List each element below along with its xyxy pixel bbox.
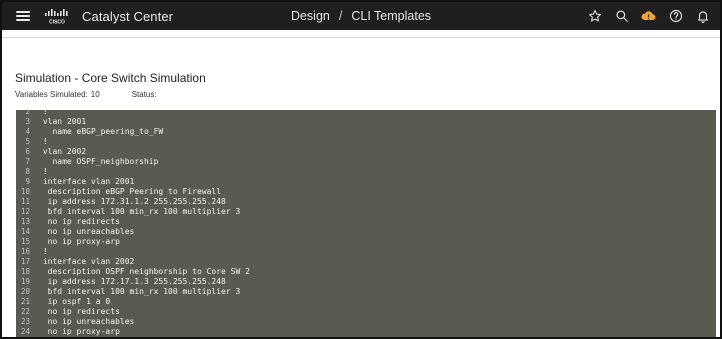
line-number: 11: [20, 197, 30, 206]
code-line: 4 name eBGP_peering_to_FW: [16, 127, 716, 137]
line-number: 21: [20, 297, 30, 306]
app-window: CISCO Catalyst Center Design / CLI Templ…: [0, 0, 722, 339]
line-text: no ip redirects: [38, 217, 120, 226]
line-number: 19: [20, 277, 30, 286]
line-text: !: [38, 167, 48, 176]
line-number: 20: [20, 287, 30, 296]
line-text: interface vlan 2001: [38, 177, 135, 186]
breadcrumb-separator: /: [338, 9, 343, 23]
line-text: bfd interval 100 min_rx 100 multiplier 3: [38, 207, 241, 216]
code-line: 13 no ip redirects: [16, 217, 716, 227]
code-line: 19 ip address 172.17.1.3 255.255.255.248: [16, 277, 716, 287]
line-text: name OSPF_neighborship: [38, 157, 159, 166]
code-line: 2 !: [16, 110, 716, 117]
code-line: 17 interface vlan 2002: [16, 257, 716, 267]
simulation-meta: Variables Simulated: 10 Status:: [15, 90, 160, 99]
line-number: 10: [20, 187, 30, 196]
sub-header-strip: [2, 30, 720, 38]
line-text: no ip unreachables: [38, 227, 135, 236]
line-number: 17: [20, 257, 30, 266]
line-text: !: [38, 110, 48, 116]
line-number: 14: [20, 227, 30, 236]
line-text: bfd interval 100 min_rx 100 multiplier 3: [38, 287, 241, 296]
line-number: 6: [25, 147, 30, 156]
breadcrumb-cli-templates[interactable]: CLI Templates: [351, 9, 431, 23]
line-number: 23: [20, 317, 30, 326]
line-number: 9: [25, 177, 30, 186]
line-number: 16: [20, 247, 30, 256]
variables-label: Variables Simulated:: [15, 90, 88, 99]
star-icon[interactable]: [587, 9, 602, 24]
line-text: no ip redirects: [38, 307, 120, 316]
variables-value: 10: [90, 90, 100, 99]
code-line: 10 description eBGP Peering to Firewall: [16, 187, 716, 197]
search-icon[interactable]: [614, 9, 629, 24]
code-line: 18 description OSPF neighborship to Core…: [16, 267, 716, 277]
code-line: 24 no ip proxy-arp: [16, 327, 716, 337]
line-number: 13: [20, 217, 30, 226]
line-number: 15: [20, 237, 30, 246]
code-line: 3 vlan 2001: [16, 117, 716, 127]
code-line: 7 name OSPF_neighborship: [16, 157, 716, 167]
app-title[interactable]: Catalyst Center: [82, 9, 173, 24]
code-line: 12 bfd interval 100 min_rx 100 multiplie…: [16, 207, 716, 217]
code-line: 5 !: [16, 137, 716, 147]
code-line: 9 interface vlan 2001: [16, 177, 716, 187]
line-number: 22: [20, 307, 30, 316]
code-lines: 2 ! 3 vlan 2001 4 name eBGP_peering_to_FW 5…: [16, 110, 716, 337]
code-line: 8 !: [16, 167, 716, 177]
line-number: 8: [25, 167, 30, 176]
line-number: 2: [25, 110, 30, 116]
line-text: ip address 172.17.1.3 255.255.255.248: [38, 277, 226, 286]
top-navigation-bar: CISCO Catalyst Center Design / CLI Templ…: [2, 2, 720, 30]
line-number: 7: [25, 157, 30, 166]
breadcrumb-design[interactable]: Design: [291, 9, 330, 23]
cisco-logo[interactable]: CISCO: [44, 7, 70, 25]
svg-text:CISCO: CISCO: [49, 20, 65, 26]
line-text: no ip proxy-arp: [38, 327, 120, 336]
line-number: 5: [25, 137, 30, 146]
line-number: 4: [25, 127, 30, 136]
bell-icon[interactable]: [695, 9, 710, 24]
help-icon[interactable]: [668, 9, 683, 24]
page-title: Simulation - Core Switch Simulation: [15, 71, 206, 85]
code-editor[interactable]: 2 ! 3 vlan 2001 4 name eBGP_peering_to_FW 5…: [16, 110, 716, 337]
line-text: no ip proxy-arp: [38, 237, 120, 246]
menu-icon[interactable]: [16, 11, 30, 21]
code-line: 16 !: [16, 247, 716, 257]
line-text: !: [38, 137, 48, 146]
variables-simulated: Variables Simulated: 10: [15, 90, 100, 99]
code-line: 6 vlan 2002: [16, 147, 716, 157]
line-text: ip ospf 1 a 0: [38, 297, 111, 306]
line-text: name eBGP_peering_to_FW: [38, 127, 164, 136]
code-line: 22 no ip redirects: [16, 307, 716, 317]
header-actions: [587, 2, 710, 30]
status: Status:: [132, 90, 160, 99]
code-line: 15 no ip proxy-arp: [16, 237, 716, 247]
code-line: 21 ip ospf 1 a 0: [16, 297, 716, 307]
line-text: vlan 2001: [38, 117, 87, 126]
code-line: 11 ip address 172.31.1.2 255.255.255.248: [16, 197, 716, 207]
line-text: !: [38, 247, 48, 256]
line-number: 24: [20, 327, 30, 336]
cloud-alert-icon[interactable]: [641, 9, 656, 24]
code-line: 14 no ip unreachables: [16, 227, 716, 237]
line-text: vlan 2002: [38, 147, 87, 156]
status-label: Status:: [131, 90, 157, 99]
line-text: interface vlan 2002: [38, 257, 135, 266]
code-line: 20 bfd interval 100 min_rx 100 multiplie…: [16, 287, 716, 297]
line-number: 18: [20, 267, 30, 276]
line-number: 3: [25, 117, 30, 126]
code-line: 23 no ip unreachables: [16, 317, 716, 327]
line-text: description eBGP Peering to Firewall: [38, 187, 222, 196]
line-text: ip address 172.31.1.2 255.255.255.248: [38, 197, 226, 206]
line-number: 12: [20, 207, 30, 216]
line-text: description OSPF neighborship to Core SW…: [38, 267, 250, 276]
line-text: no ip unreachables: [38, 317, 135, 326]
